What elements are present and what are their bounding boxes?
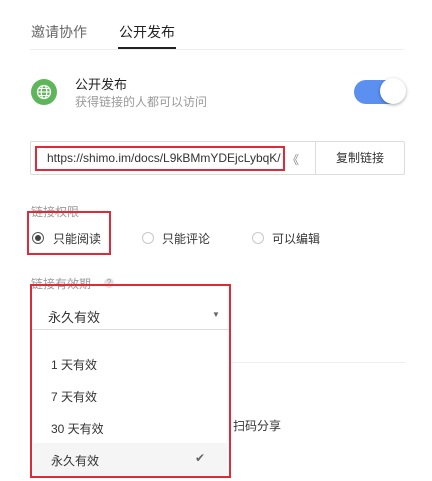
publish-title: 公开发布 — [75, 77, 128, 92]
toggle-knob — [380, 78, 406, 104]
tab-invite[interactable]: 邀请协作 — [31, 22, 87, 42]
share-divider — [230, 362, 406, 363]
publish-subtitle: 获得链接的人都可以访问 — [75, 95, 208, 109]
publish-toggle[interactable] — [354, 78, 406, 104]
tab-publish[interactable]: 公开发布 — [119, 22, 175, 42]
radio-can-edit[interactable] — [252, 232, 264, 244]
link-url-overflow: 《 — [287, 153, 300, 167]
highlight-permission-box — [27, 211, 111, 255]
radio-comment-only-label[interactable]: 只能评论 — [162, 230, 210, 247]
scan-share-text: 扫码分享 — [233, 419, 282, 433]
globe-icon — [31, 79, 57, 105]
highlight-expiry-box — [30, 284, 231, 478]
radio-comment-only[interactable] — [142, 232, 154, 244]
highlight-url-box — [35, 146, 285, 171]
copy-link-button[interactable]: 复制链接 — [315, 141, 405, 175]
radio-can-edit-label[interactable]: 可以编辑 — [272, 230, 320, 247]
tabs-divider — [30, 49, 404, 50]
tab-active-indicator — [118, 47, 176, 49]
